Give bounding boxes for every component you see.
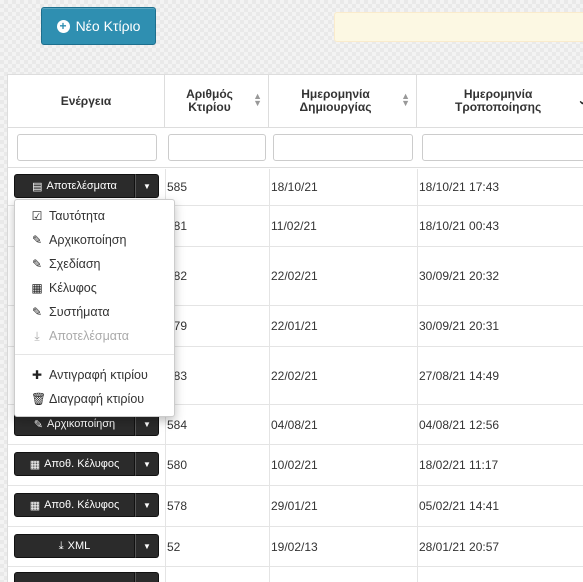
filter-number-input[interactable] [168,134,266,161]
action-button[interactable] [14,572,135,582]
download-icon: ⤓ [58,539,64,552]
column-header-modified-line2: Τροποποίησης [455,100,542,114]
action-label: Αποτελέσματα [46,180,117,192]
pencil-icon: ✎ [31,233,43,247]
filter-action-input[interactable] [17,134,157,161]
cell-created: 22/02/21 [271,368,318,383]
menu-item-label: Σχεδίαση [49,257,101,271]
action-button[interactable]: ⤓ XML [14,534,135,558]
column-divider [269,169,270,582]
new-building-button[interactable]: + Νέο Κτίριο [41,7,156,45]
action-label: Αποθ. Κέλυφος [44,458,120,470]
new-building-label: Νέο Κτίριο [75,18,141,34]
action-split-button: ▦ Αποθ. Κέλυφος ▼ [14,493,159,517]
dropdown-toggle[interactable]: ▼ [135,493,159,517]
table-row: ▦ Αποθ. Κέλυφος ▼ 578 29/01/21 05/02/21 1… [8,486,583,527]
grid-icon: ▦ [29,499,41,512]
cell-created: 22/02/21 [271,269,318,283]
action-split-button: ▤ Αποτελέσματα ▼ [14,174,159,198]
trash-icon: 🗑 [31,392,47,406]
column-header-action: Ενέργεια [8,75,165,128]
info-alert [334,12,583,42]
menu-item-initialization[interactable]: ✎ Αρχικοποίηση [15,228,174,252]
menu-item-shell[interactable]: ▦ Κέλυφος [15,276,174,300]
menu-item-label: Συστήματα [49,305,110,319]
action-label: Αρχικοποίηση [47,418,116,430]
filter-row [8,128,583,168]
cell-created: 10/02/21 [271,458,318,472]
menu-item-design[interactable]: ✎ Σχεδίαση [15,252,174,276]
cell-modified: 04/08/21 12:56 [419,417,500,432]
column-header-action-label: Ενέργεια [60,93,112,108]
grid-icon: ▦ [31,281,43,295]
table-row: ⤓ XML ▼ 52 19/02/13 28/01/21 20:57 [8,527,583,567]
cell-modified: 30/09/21 20:32 [419,269,500,283]
action-label: XML [67,540,91,552]
action-split-button: ▦ Αποθ. Κέλυφος ▼ [14,452,159,476]
column-header-building-number-line2: Κτιρίου [188,100,231,114]
menu-item-label: Αντιγραφή κτιρίου [49,368,148,382]
cell-modified: 18/10/21 00:43 [419,219,500,233]
dropdown-toggle[interactable]: ▼ [135,452,159,476]
column-header-modified[interactable]: Ημερομηνία Τροποποίησης ⌄ [417,75,583,128]
cell-modified: 30/09/21 20:31 [419,319,500,333]
cell-modified: 18/10/21 17:43 [419,180,500,194]
menu-item-label: Διαγραφή κτιρίου [49,392,145,406]
cell-modified: 28/01/21 20:57 [419,539,500,554]
sort-desc-icon[interactable]: ⌄ [578,95,583,108]
menu-item-label: Αποτελέσματα [49,329,130,343]
cell-created: 18/10/21 [271,180,318,194]
menu-item-results: ⤓ Αποτελέσματα [15,324,174,348]
cell-modified: 05/02/21 14:41 [419,499,500,513]
plus-icon: ✚ [31,368,43,382]
dropdown-toggle[interactable]: ▼ [135,174,159,198]
cell-number: 580 [167,458,188,472]
cell-number: 578 [167,499,188,513]
action-button[interactable]: ▦ Αποθ. Κέλυφος [14,452,135,476]
column-divider [417,169,418,582]
menu-item-label: Αρχικοποίηση [49,233,127,247]
cell-created: 04/08/21 [271,417,318,432]
filter-created-input[interactable] [273,134,413,161]
menu-item-delete-building[interactable]: 🗑 Διαγραφή κτιρίου [15,387,174,411]
plus-circle-icon: + [56,19,70,33]
action-button[interactable]: ▦ Αποθ. Κέλυφος [14,493,135,517]
menu-divider [15,354,174,355]
menu-item-identity[interactable]: ☑ Ταυτότητα [15,204,174,228]
cell-created: 29/01/21 [271,499,318,513]
cell-created: 11/02/21 [271,219,317,233]
cell-created: 22/01/21 [271,319,318,333]
table-row: ▦ Αποθ. Κέλυφος ▼ 580 10/02/21 18/02/21 1… [8,445,583,486]
action-split-button: ⤓ XML ▼ [14,534,159,558]
cell-number: 52 [167,539,181,554]
column-header-building-number[interactable]: Αριθμός Κτιρίου ▲ ▼ [165,75,269,128]
sort-icon[interactable]: ▲ ▼ [401,92,410,108]
table-row [8,567,583,582]
cell-modified: 18/02/21 11:17 [419,458,499,472]
pencil-icon: ✎ [31,257,43,271]
column-header-created-line2: Δημιουργίας [299,100,372,114]
pencil-icon: ✎ [31,305,43,319]
grid-icon: ▦ [29,458,41,471]
action-button[interactable]: ▤ Αποτελέσματα [14,174,135,198]
list-icon: ▤ [32,180,43,193]
menu-item-label: Ταυτότητα [49,209,105,223]
sort-icon[interactable]: ▲ ▼ [253,92,262,108]
menu-item-label: Κέλυφος [49,281,97,295]
download-icon: ⤓ [34,328,40,343]
menu-item-systems[interactable]: ✎ Συστήματα [15,300,174,324]
pencil-icon: ✎ [33,418,44,431]
edit-square-icon: ☑ [31,209,43,223]
cell-created: 19/02/13 [271,539,318,554]
dropdown-toggle[interactable]: ▼ [135,534,159,558]
column-header-created[interactable]: Ημερομηνία Δημιουργίας ▲ ▼ [269,75,417,128]
menu-item-copy-building[interactable]: ✚ Αντιγραφή κτιρίου [15,363,174,387]
cell-modified: 27/08/21 14:49 [419,368,500,383]
action-label: Αποθ. Κέλυφος [44,499,120,511]
action-split-button [14,572,159,582]
action-dropdown-menu: ☑ Ταυτότητα ✎ Αρχικοποίηση ✎ Σχεδίαση ▦ … [14,199,175,417]
dropdown-toggle[interactable] [135,572,159,582]
filter-modified-input[interactable] [422,134,583,161]
